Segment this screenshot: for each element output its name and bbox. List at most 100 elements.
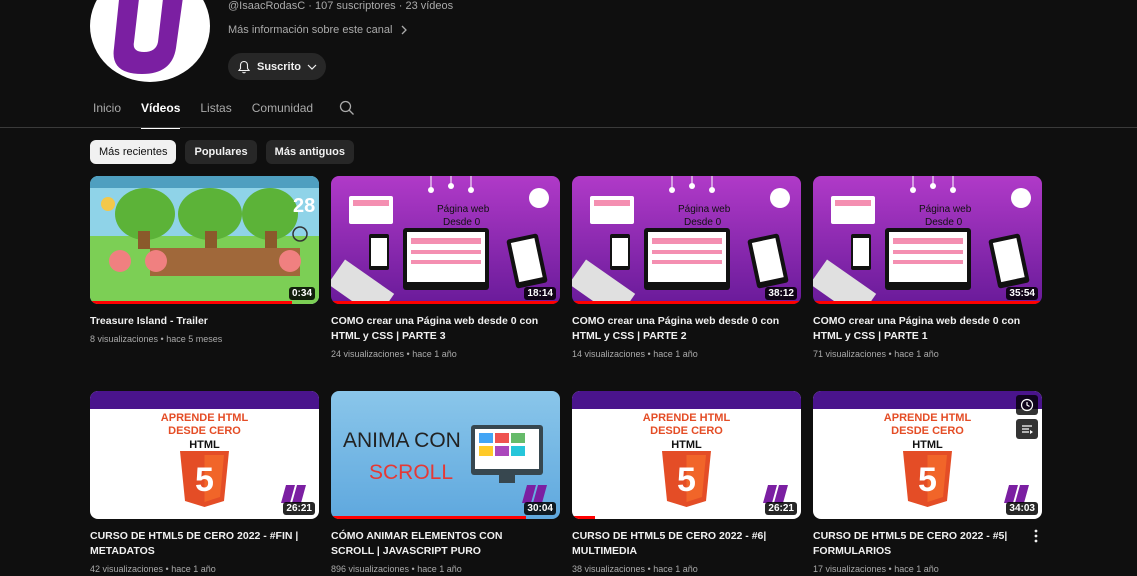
thumb-line3: HTML xyxy=(189,439,220,451)
game-score-text: 28 xyxy=(293,195,315,217)
thumb-line2: DESDE CERO xyxy=(891,425,964,437)
video-meta: 24 visualizaciones • hace 1 año xyxy=(331,349,457,359)
thumb-line1: Página web xyxy=(437,204,490,215)
chip-mas-antiguos[interactable]: Más antiguos xyxy=(265,140,354,164)
video-meta: 38 visualizaciones • hace 1 año xyxy=(572,564,698,574)
thumb-line1: APRENDE HTML xyxy=(643,412,731,424)
video-thumbnail[interactable]: APRENDE HTML DESDE CERO HTML 5 26:21 xyxy=(572,391,801,519)
video-title[interactable]: COMO crear una Página web desde 0 con HT… xyxy=(572,314,787,344)
video-meta: 71 visualizaciones • hace 1 año xyxy=(813,349,939,359)
video-duration: 34:03 xyxy=(1006,502,1038,515)
video-duration: 18:14 xyxy=(524,287,556,300)
more-info-link[interactable]: Más información sobre este canal xyxy=(228,24,408,36)
video-thumbnail[interactable]: 28 0:34 xyxy=(90,176,319,304)
video-menu-button[interactable] xyxy=(1032,527,1040,545)
thumbnail-html-art: APRENDE HTML DESDE CERO HTML 5 xyxy=(572,391,801,519)
thumbnail-web-art: Página web Desde 0 xyxy=(572,176,801,304)
video-thumbnail[interactable]: ANIMA CON SCROLL 30:04 xyxy=(331,391,560,519)
thumbnail-html-art: APRENDE HTML DESDE CERO HTML 5 xyxy=(813,391,1042,519)
thumb-line1: ANIMA CON xyxy=(343,429,461,452)
video-card[interactable]: Página web Desde 0 18:14 COMO crear una … xyxy=(331,176,560,359)
video-thumbnail[interactable]: Página web Desde 0 35:54 xyxy=(813,176,1042,304)
chevron-right-icon xyxy=(402,25,408,35)
thumbnail-game-art: 28 xyxy=(90,176,319,304)
channel-search-button[interactable] xyxy=(339,100,355,129)
video-card[interactable]: Página web Desde 0 35:54 COMO crear una … xyxy=(813,176,1042,359)
thumb-line2: Desde 0 xyxy=(925,217,963,228)
tab-comunidad[interactable]: Comunidad xyxy=(252,101,313,127)
thumb-line2: DESDE CERO xyxy=(650,425,723,437)
watch-progress-bar xyxy=(90,301,292,304)
video-duration: 38:12 xyxy=(765,287,797,300)
video-meta: 42 visualizaciones • hace 1 año xyxy=(90,564,216,574)
bell-icon xyxy=(237,60,251,73)
thumb-line1: APRENDE HTML xyxy=(884,412,972,424)
video-meta: 896 visualizaciones • hace 1 año xyxy=(331,564,462,574)
watch-progress-bar xyxy=(572,516,595,519)
thumb-line2: Desde 0 xyxy=(443,217,481,228)
video-meta: 8 visualizaciones • hace 5 meses xyxy=(90,334,223,344)
video-card[interactable]: APRENDE HTML DESDE CERO HTML 5 26:21 CUR… xyxy=(90,391,319,574)
video-thumbnail[interactable]: APRENDE HTML DESDE CERO HTML 5 26:21 xyxy=(90,391,319,519)
video-thumbnail[interactable]: Página web Desde 0 18:14 xyxy=(331,176,560,304)
subscribed-label: Suscrito xyxy=(256,60,301,73)
thumb-line2: Desde 0 xyxy=(684,217,722,228)
tab-listas[interactable]: Listas xyxy=(200,101,231,127)
thumb-line2: DESDE CERO xyxy=(168,425,241,437)
thumbnail-web-art: Página web Desde 0 xyxy=(331,176,560,304)
more-vert-icon xyxy=(1034,529,1038,543)
channel-tabs: Inicio Vídeos Listas Comunidad xyxy=(93,100,355,129)
video-title[interactable]: CURSO DE HTML5 DE CERO 2022 - #6| MULTIM… xyxy=(572,529,787,559)
chip-mas-recientes[interactable]: Más recientes xyxy=(90,140,177,164)
thumb-line2: SCROLL xyxy=(369,461,453,484)
thumbnail-html-art: APRENDE HTML DESDE CERO HTML 5 xyxy=(90,391,319,519)
video-title[interactable]: CÓMO ANIMAR ELEMENTOS CON SCROLL | JAVAS… xyxy=(331,529,546,559)
video-thumbnail[interactable]: Página web Desde 0 38:12 xyxy=(572,176,801,304)
video-meta: 14 visualizaciones • hace 1 año xyxy=(572,349,698,359)
add-to-queue-button[interactable] xyxy=(1016,419,1038,439)
watch-progress-bar xyxy=(813,301,1042,304)
clock-icon xyxy=(1020,398,1034,412)
thumb-line3: HTML xyxy=(671,439,702,451)
chip-populares[interactable]: Populares xyxy=(185,140,257,164)
svg-text:5: 5 xyxy=(195,461,214,499)
video-title[interactable]: CURSO DE HTML5 DE CERO 2022 - #5| FORMUL… xyxy=(813,529,1028,559)
video-thumbnail[interactable]: APRENDE HTML DESDE CERO HTML 5 34:03 xyxy=(813,391,1042,519)
channel-avatar[interactable] xyxy=(90,0,210,82)
watch-progress-bar xyxy=(331,301,560,304)
video-duration: 35:54 xyxy=(1006,287,1038,300)
thumbnail-web-art: Página web Desde 0 xyxy=(813,176,1042,304)
queue-icon xyxy=(1022,425,1033,434)
tabs-divider xyxy=(0,127,1137,128)
chevron-down-icon xyxy=(307,64,317,70)
video-title[interactable]: CURSO DE HTML5 DE CERO 2022 - #FIN | MET… xyxy=(90,529,305,559)
more-info-label: Más información sobre este canal xyxy=(228,24,393,36)
svg-text:5: 5 xyxy=(677,461,696,499)
search-icon xyxy=(339,100,355,115)
tab-inicio[interactable]: Inicio xyxy=(93,101,121,127)
video-card[interactable]: ANIMA CON SCROLL 30:04 CÓMO ANIMAR ELEME… xyxy=(331,391,560,574)
video-card[interactable]: APRENDE HTML DESDE CERO HTML 5 26:21 CUR… xyxy=(572,391,801,574)
thumb-line3: HTML xyxy=(912,439,943,451)
subscribed-button[interactable]: Suscrito xyxy=(228,53,326,80)
watch-progress-bar xyxy=(572,301,801,304)
video-duration: 26:21 xyxy=(283,502,315,515)
thumb-line1: Página web xyxy=(919,204,972,215)
video-meta: 17 visualizaciones • hace 1 año xyxy=(813,564,939,574)
video-duration: 30:04 xyxy=(524,502,556,515)
video-card[interactable]: APRENDE HTML DESDE CERO HTML 5 34:03 CUR… xyxy=(813,391,1042,574)
video-card[interactable]: Página web Desde 0 38:12 COMO crear una … xyxy=(572,176,801,359)
tab-videos[interactable]: Vídeos xyxy=(141,101,181,129)
channel-logo-icon xyxy=(113,0,183,74)
thumbnail-scroll-art: ANIMA CON SCROLL xyxy=(331,391,560,519)
channel-meta: @IsaacRodasC · 107 suscriptores · 23 víd… xyxy=(228,0,454,12)
video-duration: 0:34 xyxy=(288,287,315,300)
watch-progress-bar xyxy=(331,516,526,519)
video-title[interactable]: COMO crear una Página web desde 0 con HT… xyxy=(331,314,546,344)
thumb-line1: Página web xyxy=(678,204,731,215)
watch-later-button[interactable] xyxy=(1016,395,1038,415)
video-title[interactable]: COMO crear una Página web desde 0 con HT… xyxy=(813,314,1028,344)
video-card[interactable]: 28 0:34 Treasure Island - Trailer 8 visu… xyxy=(90,176,319,344)
thumb-line1: APRENDE HTML xyxy=(161,412,249,424)
video-title[interactable]: Treasure Island - Trailer xyxy=(90,314,305,329)
